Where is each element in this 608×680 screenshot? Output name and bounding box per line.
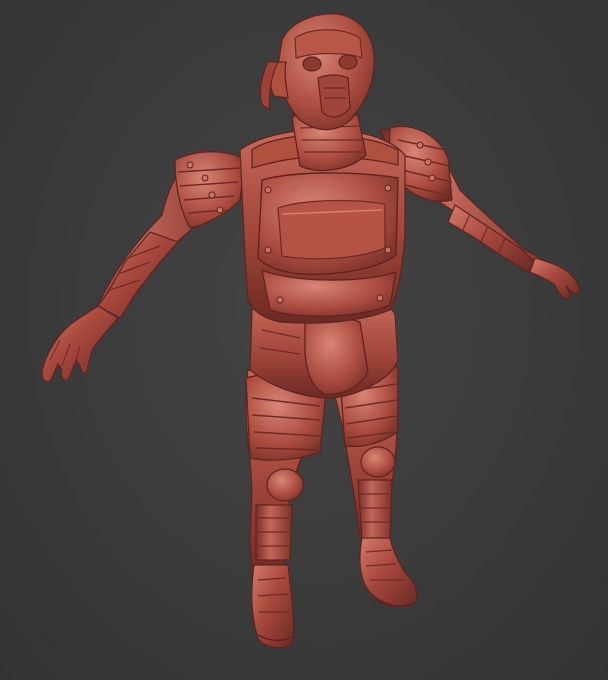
helmet (259, 13, 375, 131)
right-arm (379, 126, 553, 275)
left-hand (41, 305, 119, 383)
armored-character-model (41, 13, 581, 648)
right-hand (529, 257, 581, 300)
left-boot (251, 564, 295, 648)
right-boot (359, 537, 418, 607)
left-leg (245, 369, 327, 581)
sculpt-viewport[interactable] (0, 0, 608, 680)
